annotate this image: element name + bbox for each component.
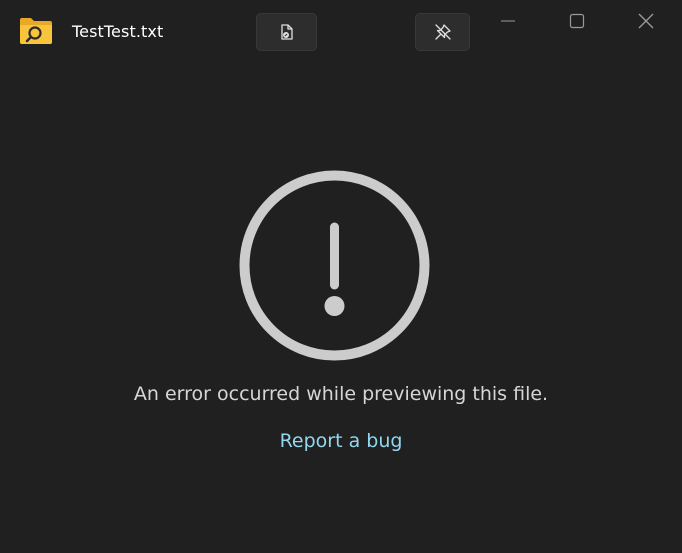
open-file-icon bbox=[280, 24, 293, 40]
close-button[interactable] bbox=[623, 6, 669, 36]
error-exclamation-icon bbox=[238, 169, 431, 362]
title-bar[interactable]: TestTest.txt bbox=[0, 0, 682, 64]
unpin-button[interactable] bbox=[415, 13, 470, 51]
error-message: An error occurred while previewing this … bbox=[133, 383, 549, 405]
close-icon bbox=[638, 13, 654, 29]
minimize-button[interactable] bbox=[485, 6, 531, 36]
window-title: TestTest.txt bbox=[72, 22, 164, 41]
open-with-button[interactable] bbox=[256, 13, 317, 51]
maximize-icon bbox=[569, 13, 585, 29]
preview-area: An error occurred while previewing this … bbox=[0, 64, 682, 553]
maximize-button[interactable] bbox=[554, 6, 600, 36]
peek-window: TestTest.txt An error occurred while pre… bbox=[0, 0, 682, 553]
report-bug-link-container: Report a bug bbox=[0, 430, 682, 452]
folder-search-icon bbox=[18, 16, 54, 46]
unpin-icon bbox=[434, 24, 451, 40]
report-bug-link[interactable]: Report a bug bbox=[280, 430, 403, 452]
minimize-icon bbox=[501, 20, 515, 22]
